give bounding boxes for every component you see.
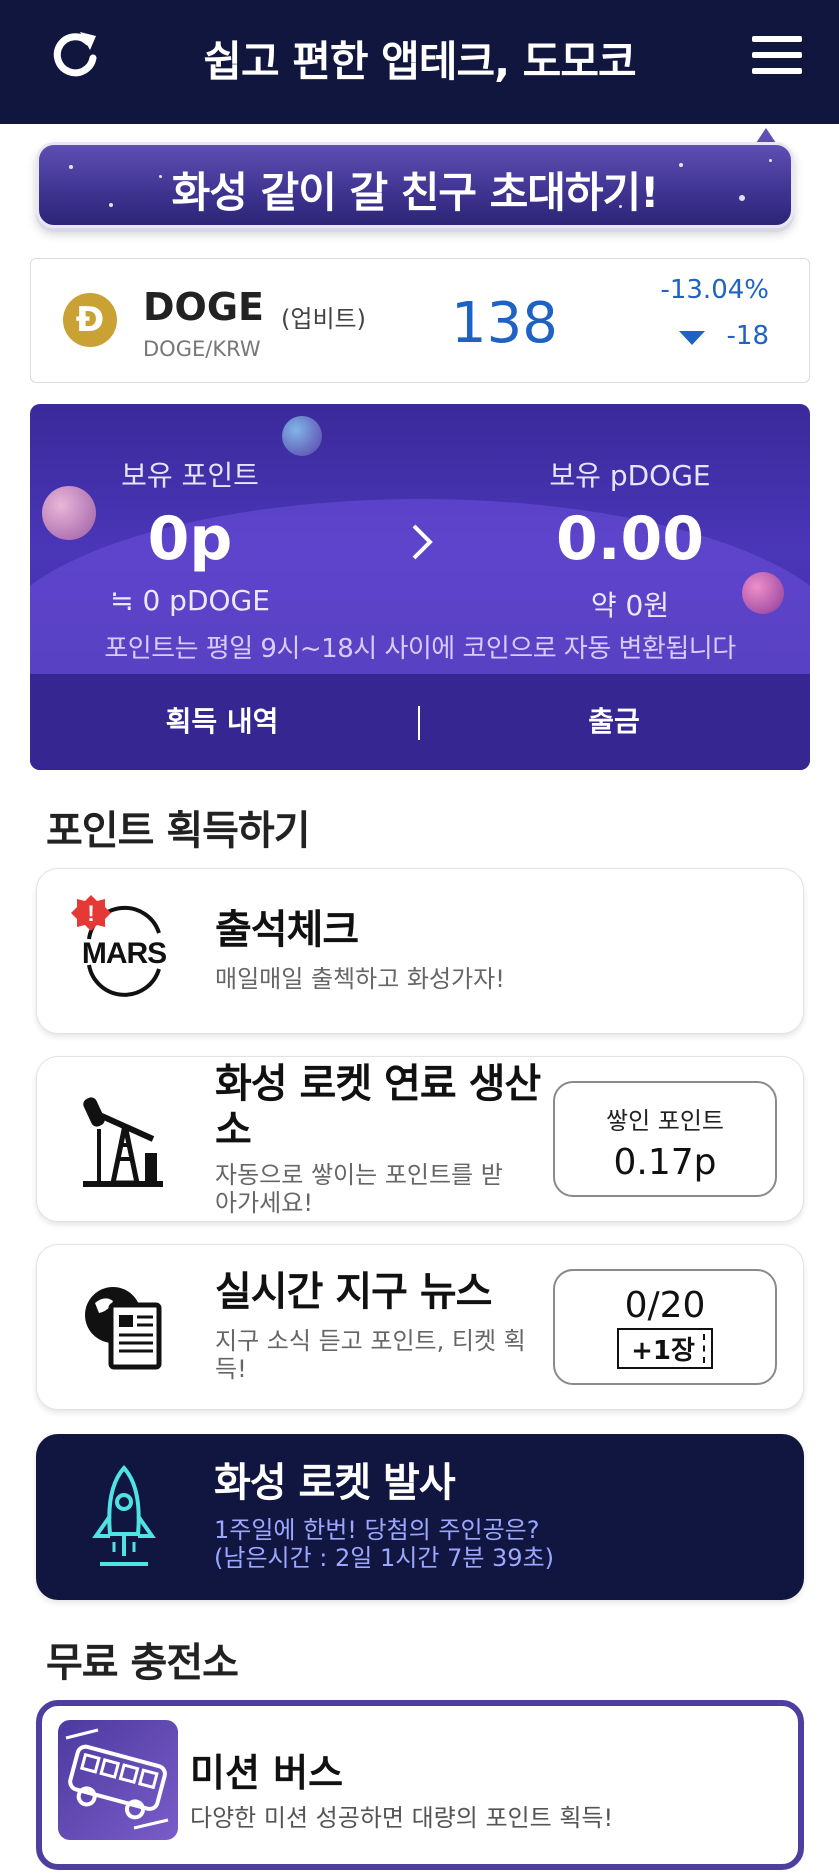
alert-badge-text: ! [87,901,94,926]
invite-banner-label: 화성 같이 갈 친구 초대하기! [171,168,660,217]
mission-bus-desc: 다양한 미션 성공하면 대량의 포인트 획득! [190,1804,614,1832]
accumulated-points-value: 0.17p [613,1142,717,1183]
mission-bus-title: 미션 버스 [190,1751,344,1795]
rocket-launch-countdown: (남은시간 : 2일 1시간 7분 39초) [214,1544,555,1572]
doge-coin-icon: Ð [63,293,117,347]
accumulated-points-box[interactable]: 쌓인 포인트 0.17p [553,1081,777,1197]
attendance-title: 출석체크 [215,907,359,953]
divider [418,706,420,740]
held-points-pdoge: ≒ 0 pDOGE [110,584,270,617]
free-charge-section-title: 무료 충전소 [46,1640,239,1686]
news-progress-box[interactable]: 0/20 +1장 [553,1269,777,1385]
invite-friend-banner[interactable]: 화성 같이 갈 친구 초대하기! [36,142,794,228]
coin-ticker[interactable]: Ð DOGE (업비트) DOGE/KRW 138 -13.04% -18 [30,258,810,383]
coin-exchange: (업비트) [281,305,366,333]
held-points-label: 보유 포인트 [121,459,259,492]
accumulated-points-label: 쌓인 포인트 [605,1107,725,1135]
points-card: 보유 포인트 0p ≒ 0 pDOGE 보유 pDOGE 0.00 약 0원 포… [30,404,810,770]
coin-change-amount: -18 [726,321,769,351]
earth-news-desc-1: 지구 소식 듣고 포인트, 티켓 획 [215,1327,526,1355]
planet-decoration [282,416,322,456]
coin-pair: DOGE/KRW [143,337,261,361]
earn-section-title: 포인트 획득하기 [46,808,311,854]
earth-news-desc-2: 득! [215,1355,247,1383]
rocket-fuel-desc-2: 아가세요! [215,1189,313,1217]
down-triangle-icon [679,331,705,345]
app-title: 쉽고 편한 앱테크, 도모코 [203,37,636,86]
planet-decoration [42,486,96,540]
ticket-badge: +1장 [617,1328,713,1369]
rocket-icon [88,1464,160,1574]
earth-news-title: 실시간 지구 뉴스 [215,1269,492,1315]
earth-news-card[interactable]: 실시간 지구 뉴스 지구 소식 듣고 포인트, 티켓 획 득! 0/20 +1장 [36,1244,804,1410]
mission-bus-card[interactable]: 미션 버스 다양한 미션 성공하면 대량의 포인트 획득! [36,1700,804,1870]
coin-name: DOGE [143,285,264,329]
news-progress-count: 0/20 [624,1285,706,1326]
coin-price: 138 [451,291,558,356]
rocket-fuel-title-2: 소 [215,1107,252,1153]
bus-icon [58,1720,178,1840]
rocket-fuel-desc-1: 자동으로 쌓이는 포인트를 받 [215,1161,503,1189]
held-points-value: 0p [147,504,233,574]
mars-logo-text: MARS [82,937,166,970]
earn-history-button[interactable]: 획득 내역 [122,700,322,740]
rocket-fuel-card[interactable]: 화성 로켓 연료 생산 소 자동으로 쌓이는 포인트를 받 아가세요! 쌓인 포… [36,1056,804,1222]
held-pdoge-label: 보유 pDOGE [549,459,711,492]
hamburger-menu-icon[interactable] [752,36,802,74]
chevron-right-icon [410,522,436,562]
held-pdoge-krw: 약 0원 [590,589,670,622]
oil-pump-icon [83,1093,163,1189]
rocket-fuel-title-1: 화성 로켓 연료 생산 [215,1061,541,1107]
attendance-desc: 매일매일 출첵하고 화성가자! [215,965,505,993]
globe-newspaper-icon [83,1285,163,1371]
attendance-card[interactable]: MARS ! 출석체크 매일매일 출첵하고 화성가자! [36,868,804,1034]
coin-change-percent: -13.04% [660,275,769,305]
withdraw-button[interactable]: 출금 [514,700,714,740]
rocket-launch-card[interactable]: 화성 로켓 발사 1주일에 한번! 당첨의 주인공은? (남은시간 : 2일 1… [36,1434,804,1600]
rocket-launch-title: 화성 로켓 발사 [214,1460,456,1506]
ticket-badge-label: +1장 [631,1336,695,1366]
rocket-launch-desc-1: 1주일에 한번! 당첨의 주인공은? [214,1516,540,1544]
held-pdoge-value: 0.00 [555,504,705,574]
mars-logo-icon: MARS ! [69,893,179,1003]
conversion-note: 포인트는 평일 9시~18시 사이에 코인으로 자동 변환됩니다 [104,634,736,664]
app-header: 쉽고 편한 앱테크, 도모코 [0,0,839,124]
